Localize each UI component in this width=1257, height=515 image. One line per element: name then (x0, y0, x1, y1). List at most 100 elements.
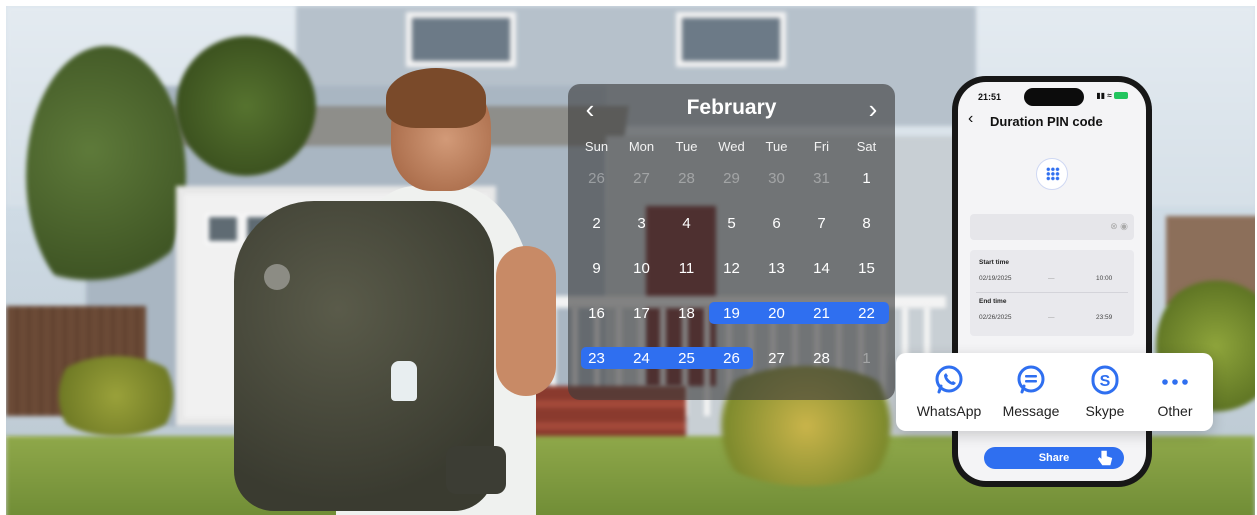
calendar-widget: ‹ February › Sun Mon Tue Wed Tue Fri Sat… (568, 84, 895, 400)
share-skype-button[interactable]: S Skype (1066, 363, 1144, 419)
start-time-label: Start time (979, 259, 1009, 266)
calendar-day[interactable]: 7 (799, 215, 844, 232)
share-button[interactable]: Share (984, 447, 1124, 469)
share-sheet: WhatsApp Message S Skype Other (896, 353, 1213, 431)
signal-wifi-battery-icon: ▮▮ ≈ (1096, 91, 1128, 100)
calendar-day[interactable]: 26 (574, 170, 619, 187)
dynamic-island (1024, 88, 1084, 106)
garage-window (206, 214, 240, 244)
calendar-day[interactable]: 27 (754, 350, 799, 367)
calendar-day[interactable]: 8 (844, 215, 889, 232)
whatsapp-icon (935, 365, 963, 394)
end-time-value[interactable]: 23:59 (1096, 314, 1112, 321)
message-icon (1017, 365, 1045, 394)
calendar-day[interactable]: 31 (799, 170, 844, 187)
calendar-day[interactable]: 9 (574, 260, 619, 277)
calendar-day[interactable]: 14 (799, 260, 844, 277)
status-bar: 21:51 ▮▮ ≈ (958, 82, 1146, 108)
weekday-row: Sun Mon Tue Wed Tue Fri Sat (574, 136, 889, 156)
start-time-value[interactable]: 10:00 (1096, 275, 1112, 282)
calendar-day[interactable]: 4 (664, 215, 709, 232)
calendar-day-selected[interactable]: 22 (844, 305, 889, 322)
nav-bar: ‹ Duration PIN code (958, 110, 1146, 134)
pin-code-field[interactable]: ⊗ ◉ (970, 214, 1134, 240)
date-time-separator: — (1048, 314, 1055, 321)
calendar-day[interactable]: 2 (574, 215, 619, 232)
calendar-day-selected[interactable]: 24 (619, 350, 664, 367)
divider (976, 292, 1128, 293)
calendar-day[interactable]: 11 (664, 260, 709, 277)
share-whatsapp-button[interactable]: WhatsApp (910, 363, 988, 419)
calendar-day[interactable]: 6 (754, 215, 799, 232)
calendar-day[interactable]: 17 (619, 305, 664, 322)
calendar-week: 26 27 28 29 30 31 1 (574, 156, 889, 201)
window (406, 12, 516, 67)
calendar-day[interactable]: 15 (844, 260, 889, 277)
calendar-day-selected[interactable]: 20 (754, 305, 799, 322)
end-time-label: End time (979, 298, 1007, 305)
more-icon (1162, 379, 1188, 385)
calendar-week: 16 17 18 19 20 21 22 (574, 291, 889, 336)
page-title: Duration PIN code (990, 114, 1103, 129)
share-other-label: Other (1157, 403, 1193, 419)
weekday-label: Sun (584, 138, 609, 154)
weekday-label: Fri (813, 138, 830, 154)
svg-text:S: S (1100, 373, 1111, 390)
time-range-card: Start time 02/19/2025 — 10:00 End time 0… (970, 250, 1134, 336)
person-hair (386, 68, 486, 128)
calendar-day[interactable]: 28 (799, 350, 844, 367)
calendar-week: 23 24 25 26 27 28 1 (574, 336, 889, 381)
calendar-day[interactable]: 1 (844, 350, 889, 367)
calendar-day-selected[interactable]: 21 (799, 305, 844, 322)
calendar-day[interactable]: 29 (709, 170, 754, 187)
weekday-label: Wed (718, 138, 745, 154)
share-other-button[interactable]: Other (1136, 363, 1214, 419)
calendar-grid: Sun Mon Tue Wed Tue Fri Sat 26 27 28 29 … (574, 136, 889, 381)
calendar-day-selected[interactable]: 25 (664, 350, 709, 367)
calendar-day-selected[interactable]: 23 (574, 350, 619, 367)
share-skype-label: Skype (1085, 403, 1125, 419)
weekday-label: Sat (856, 138, 877, 154)
skype-icon: S (1091, 365, 1119, 395)
backpack-patch (264, 264, 290, 290)
end-date-value[interactable]: 02/26/2025 (979, 314, 1012, 321)
calendar-day[interactable]: 12 (709, 260, 754, 277)
weekday-label: Tue (765, 138, 788, 154)
share-whatsapp-label: WhatsApp (916, 403, 982, 419)
chevron-right-icon[interactable]: › (859, 94, 887, 124)
calendar-day[interactable]: 16 (574, 305, 619, 322)
tap-hand-icon (1097, 450, 1113, 466)
weekday-label: Mon (628, 138, 655, 154)
back-arrow-icon[interactable]: ‹ (968, 110, 973, 128)
clear-and-eye-icon[interactable]: ⊗ ◉ (1110, 221, 1128, 232)
window (676, 12, 786, 67)
calendar-day[interactable]: 13 (754, 260, 799, 277)
calendar-day-selected[interactable]: 26 (709, 350, 754, 367)
calendar-week: 2 3 4 5 6 7 8 (574, 201, 889, 246)
calendar-day-selected[interactable]: 19 (709, 305, 754, 322)
person-arm (496, 246, 556, 396)
share-message-button[interactable]: Message (992, 363, 1070, 419)
calendar-day[interactable]: 10 (619, 260, 664, 277)
shrub (46, 356, 186, 436)
date-time-separator: — (1048, 275, 1055, 282)
tree (26, 46, 186, 306)
weekday-label: Tue (675, 138, 698, 154)
hip-pouch (446, 446, 506, 494)
calendar-day[interactable]: 28 (664, 170, 709, 187)
keypad-icon (1036, 158, 1068, 190)
calendar-month: February (686, 96, 777, 119)
calendar-day[interactable]: 18 (664, 305, 709, 322)
calendar-week: 9 10 11 12 13 14 15 (574, 246, 889, 291)
share-button-label: Share (1038, 452, 1070, 464)
calendar-day[interactable]: 1 (844, 170, 889, 187)
share-message-label: Message (1002, 403, 1060, 419)
calendar-day[interactable]: 30 (754, 170, 799, 187)
status-time: 21:51 (978, 92, 1002, 102)
water-bottle (391, 361, 417, 401)
calendar-day[interactable]: 27 (619, 170, 664, 187)
start-date-value[interactable]: 02/19/2025 (979, 275, 1012, 282)
tree (176, 36, 316, 176)
calendar-day[interactable]: 3 (619, 215, 664, 232)
calendar-day[interactable]: 5 (709, 215, 754, 232)
